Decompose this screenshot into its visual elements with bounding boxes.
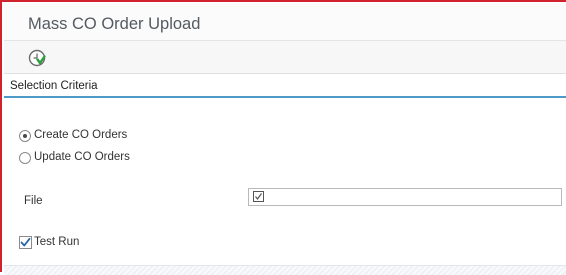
group-title: Selection Criteria [10, 80, 98, 92]
title-bar: Mass CO Order Upload [4, 4, 566, 41]
radio-dot [23, 134, 27, 138]
app-window: Mass CO Order Upload Selection Criteria … [0, 0, 566, 275]
radio-selected-icon [19, 130, 31, 142]
page-title: Mass CO Order Upload [28, 15, 201, 33]
application-toolbar [4, 41, 566, 74]
checkbox-help-icon [253, 191, 264, 202]
footer-area [4, 265, 566, 275]
execute-button[interactable] [27, 48, 47, 68]
checkbox-checked-icon [19, 236, 32, 249]
group-header: Selection Criteria [4, 78, 566, 98]
file-label: File [24, 195, 43, 207]
radio-unselected-icon [19, 152, 31, 164]
execute-clock-icon [28, 49, 46, 67]
file-input[interactable] [248, 188, 562, 206]
radio-label-update: Update CO Orders [34, 151, 130, 163]
radio-label-create: Create CO Orders [34, 129, 128, 141]
selection-criteria-group: Selection Criteria Create CO Orders Upda… [4, 74, 566, 274]
checkmark-icon [20, 237, 31, 247]
test-run-label: Test Run [34, 236, 80, 248]
